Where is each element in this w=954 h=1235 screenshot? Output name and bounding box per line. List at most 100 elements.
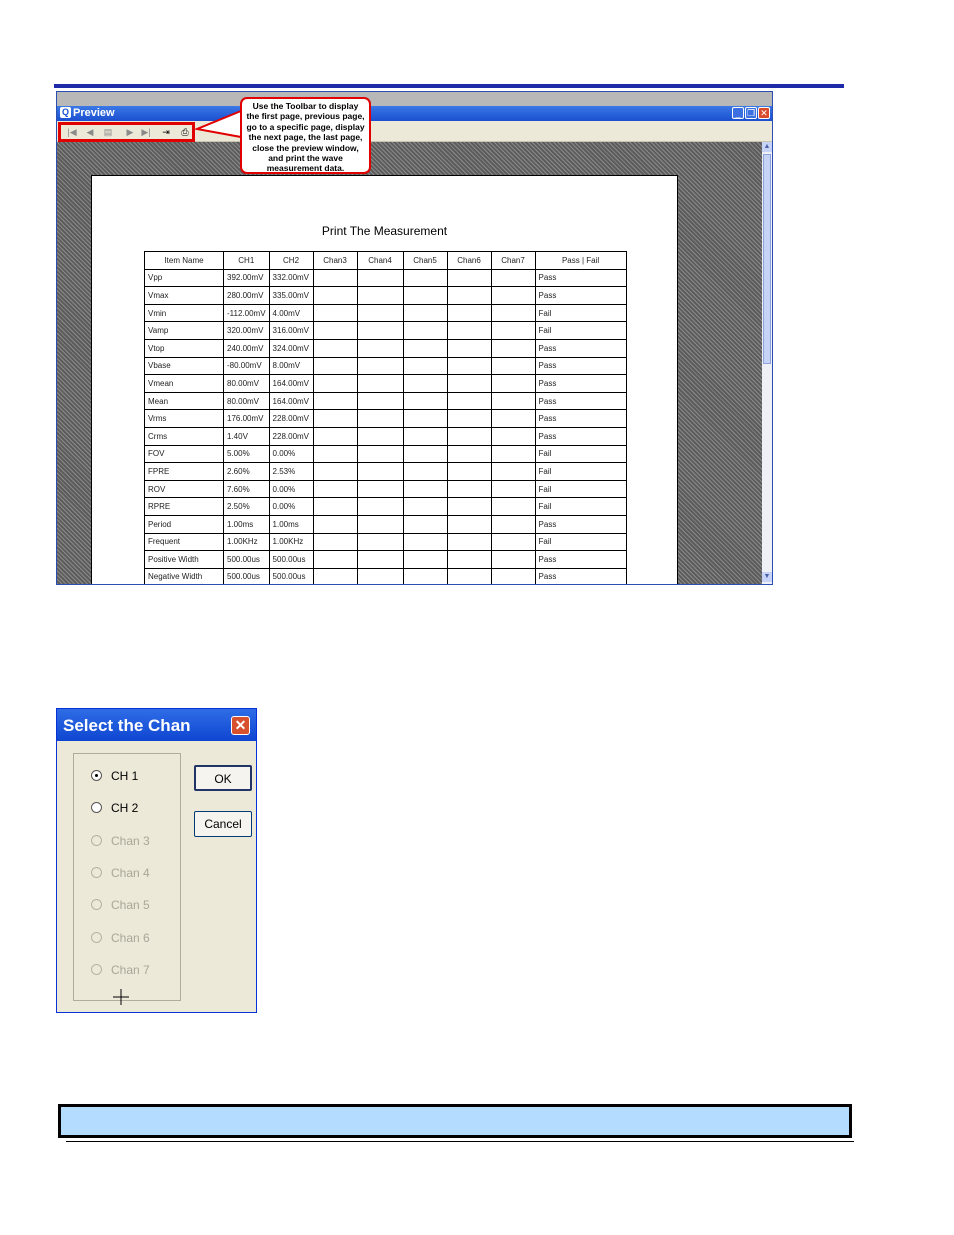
restore-button[interactable]: ❐ (745, 107, 757, 119)
table-cell (446, 338, 492, 358)
table-cell (490, 479, 536, 499)
table-cell: 280.00mV (223, 286, 270, 305)
scroll-up-icon[interactable]: ▲ (762, 142, 772, 152)
radio-label: CH 2 (111, 801, 139, 815)
radio-label: Chan 5 (111, 898, 150, 912)
table-cell: 1.00KHz (223, 532, 270, 552)
table-cell: 2.50% (223, 497, 270, 516)
table-cell (446, 514, 492, 534)
table-row: FOV 5.00% 0.00% Fail (144, 444, 627, 464)
table-cell: 500.00us (268, 567, 314, 584)
table-cell (356, 338, 404, 358)
radio-button-icon[interactable] (91, 802, 102, 813)
table-cell (490, 462, 536, 481)
table-cell: Pass (534, 426, 627, 446)
table-row: RPRE 2.50% 0.00% Fail (144, 497, 627, 516)
table-cell (312, 532, 358, 552)
table-cell (312, 321, 358, 340)
table-cell (402, 514, 448, 534)
radio-button-icon (91, 899, 102, 910)
radio-button-icon[interactable] (91, 770, 102, 781)
radio-label: Chan 3 (111, 834, 150, 848)
table-cell (490, 286, 536, 305)
table-cell (490, 356, 536, 376)
table-cell (312, 286, 358, 305)
footer-bar (58, 1104, 852, 1138)
table-cell: Vpp (144, 268, 224, 288)
dialog-titlebar[interactable]: Select the Chan ✕ (57, 709, 256, 741)
table-cell: 228.00mV (268, 409, 314, 428)
table-cell: ROV (144, 479, 224, 499)
dialog-close-button[interactable]: ✕ (231, 716, 250, 735)
table-cell: RPRE (144, 497, 224, 516)
table-row: Vmean 80.00mV 164.00mV Pass (144, 374, 627, 393)
table-cell (446, 444, 492, 464)
table-cell (446, 462, 492, 481)
dialog-title: Select the Chan (63, 716, 191, 735)
minimize-button[interactable]: _ (732, 107, 744, 119)
table-cell (446, 268, 492, 288)
table-cell (490, 567, 536, 584)
table-row: FPRE 2.60% 2.53% Fail (144, 462, 627, 481)
table-cell: Pass (534, 268, 627, 288)
table-row: Negative Width 500.00us 500.00us Pass (144, 567, 627, 584)
table-cell (490, 303, 536, 323)
table-cell: 324.00mV (268, 338, 314, 358)
preview-titlebar[interactable]: Q Preview _ ❐ ✕ (57, 106, 772, 121)
window-top-strip (57, 92, 772, 106)
top-divider (54, 84, 844, 88)
table-row: Vbase -80.00mV 8.00mV Pass (144, 356, 627, 376)
table-cell (490, 426, 536, 446)
table-cell (490, 532, 536, 552)
table-cell (490, 409, 536, 428)
table-cell (356, 356, 404, 376)
close-button[interactable]: ✕ (758, 107, 770, 119)
table-cell: Mean (144, 391, 224, 411)
ok-button[interactable]: OK (194, 765, 252, 791)
header-chan4: Chan4 (356, 251, 404, 270)
table-cell: Fail (534, 462, 627, 481)
header-pass-fail: Pass | Fail (534, 251, 627, 270)
table-cell: Fail (534, 479, 627, 499)
toolbar-highlight-box (58, 122, 195, 142)
table-row: ROV 7.60% 0.00% Fail (144, 479, 627, 499)
table-cell: Pass (534, 567, 627, 584)
table-cell: Vrms (144, 409, 224, 428)
scrollbar-thumb[interactable] (763, 154, 771, 364)
table-cell (356, 426, 404, 446)
table-cell (446, 374, 492, 393)
table-cell: 1.40V (223, 426, 270, 446)
table-cell: Pass (534, 356, 627, 376)
table-row: Frequent 1.00KHz 1.00KHz Fail (144, 532, 627, 552)
table-cell (356, 532, 404, 552)
table-cell: 164.00mV (268, 374, 314, 393)
table-cell (356, 286, 404, 305)
table-cell (446, 497, 492, 516)
table-cell (356, 567, 404, 584)
header-ch2: CH2 (268, 251, 314, 270)
table-cell (402, 321, 448, 340)
table-cell: 5.00% (223, 444, 270, 464)
table-cell (446, 479, 492, 499)
table-cell (312, 567, 358, 584)
radio-button-icon (91, 835, 102, 846)
table-cell (490, 321, 536, 340)
table-cell (402, 444, 448, 464)
crosshair-cursor-icon (113, 989, 129, 1005)
table-cell (402, 532, 448, 552)
header-chan7: Chan7 (490, 251, 536, 270)
table-cell: 240.00mV (223, 338, 270, 358)
table-cell (312, 268, 358, 288)
radio-label: Chan 4 (111, 866, 150, 880)
table-row: Vmin -112.00mV 4.00mV Fail (144, 303, 627, 323)
table-cell (312, 444, 358, 464)
table-cell (356, 514, 404, 534)
toolbar-callout: Use the Toolbar to display the first pag… (240, 97, 371, 174)
table-cell (446, 321, 492, 340)
scroll-down-icon[interactable]: ▼ (762, 572, 772, 582)
cancel-button[interactable]: Cancel (194, 811, 252, 837)
table-cell (490, 374, 536, 393)
table-cell: Pass (534, 409, 627, 428)
table-cell (446, 567, 492, 584)
table-cell (446, 409, 492, 428)
